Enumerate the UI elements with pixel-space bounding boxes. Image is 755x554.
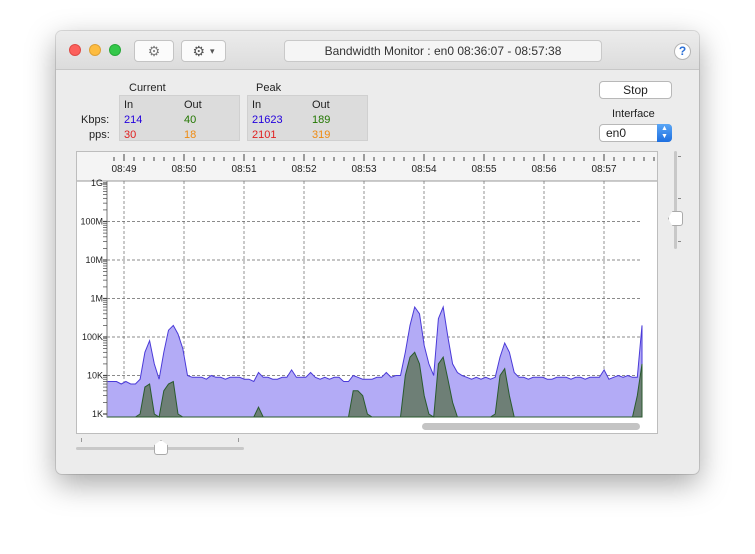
time-label: 08:52 bbox=[291, 164, 316, 175]
y-label: 100M bbox=[80, 217, 103, 227]
current-stats-box: In Out 214 40 30 18 bbox=[119, 95, 240, 141]
y-axis-labels: 1G 100M 10M 1M 100K 10K 1K bbox=[80, 178, 103, 419]
current-pps-in: 30 bbox=[124, 129, 137, 141]
slider-thumb[interactable] bbox=[668, 211, 683, 226]
current-in-label: In bbox=[124, 99, 134, 111]
peak-heading: Peak bbox=[256, 82, 282, 94]
slider-tick bbox=[678, 241, 681, 242]
current-pps-out: 18 bbox=[184, 129, 197, 141]
interface-label: Interface bbox=[612, 108, 655, 120]
current-out-label: Out bbox=[184, 99, 202, 111]
time-label: 08:53 bbox=[351, 164, 376, 175]
time-label: 08:50 bbox=[171, 164, 196, 175]
peak-out-label: Out bbox=[312, 99, 330, 111]
minimize-button[interactable] bbox=[89, 44, 101, 56]
peak-pps-out: 319 bbox=[312, 129, 331, 141]
y-label: 10K bbox=[87, 371, 103, 381]
time-label: 08:49 bbox=[111, 164, 136, 175]
chart-canvas: 08:49 08:50 08:51 08:52 08:53 08:54 08:55 08:56… bbox=[77, 152, 657, 430]
y-axis-ticks bbox=[103, 182, 107, 415]
peak-kbps-out: 189 bbox=[312, 114, 331, 126]
time-label: 08:54 bbox=[411, 164, 436, 175]
slider-tick bbox=[678, 198, 681, 199]
interface-value: en0 bbox=[606, 126, 627, 140]
horizontal-zoom-slider[interactable] bbox=[76, 436, 246, 456]
slider-track bbox=[674, 151, 677, 249]
y-label: 1M bbox=[90, 294, 103, 304]
current-kbps-out: 40 bbox=[184, 114, 197, 126]
help-button[interactable]: ? bbox=[674, 43, 691, 60]
current-kbps-in: 214 bbox=[124, 114, 143, 126]
slider-tick bbox=[81, 438, 82, 442]
bandwidth-chart: 08:49 08:50 08:51 08:52 08:53 08:54 08:55 08:56… bbox=[76, 151, 658, 434]
stop-button[interactable]: Stop bbox=[599, 81, 672, 99]
kbps-label: Kbps: bbox=[81, 114, 110, 126]
peak-in-label: In bbox=[252, 99, 262, 111]
time-label: 08:56 bbox=[531, 164, 556, 175]
y-label: 100K bbox=[82, 332, 103, 342]
current-heading: Current bbox=[129, 82, 166, 94]
y-label: 10M bbox=[85, 255, 103, 265]
slider-tick bbox=[238, 438, 239, 442]
pps-label: pps: bbox=[89, 129, 110, 141]
title-bar: ⚙ ⚙ ▾ Bandwidth Monitor : en0 08:36:07 - … bbox=[56, 31, 699, 70]
close-button[interactable] bbox=[69, 44, 81, 56]
updown-chevron-icon: ▲ ▼ bbox=[657, 124, 672, 142]
time-label: 08:55 bbox=[471, 164, 496, 175]
peak-kbps-in: 21623 bbox=[252, 114, 283, 126]
gear-icon: ⚙ bbox=[147, 42, 161, 59]
preferences-button[interactable]: ⚙ bbox=[134, 40, 174, 62]
gear-icon: ⚙ bbox=[192, 42, 206, 59]
slider-tick bbox=[678, 156, 681, 157]
window-title: Bandwidth Monitor : en0 08:36:07 - 08:57… bbox=[284, 40, 602, 62]
action-menu-button[interactable]: ⚙ ▾ bbox=[181, 40, 226, 62]
slider-thumb[interactable] bbox=[154, 440, 168, 455]
time-axis-labels: 08:49 08:50 08:51 08:52 08:53 08:54 08:55 08:56… bbox=[111, 164, 616, 175]
y-label: 1K bbox=[92, 409, 103, 419]
horizontal-scrollbar[interactable] bbox=[422, 423, 640, 430]
vertical-zoom-slider[interactable] bbox=[668, 151, 684, 251]
peak-pps-in: 2101 bbox=[252, 129, 277, 141]
chevron-down-icon: ▾ bbox=[210, 45, 215, 56]
y-label: 1G bbox=[91, 178, 103, 188]
zoom-button[interactable] bbox=[109, 44, 121, 56]
time-label: 08:57 bbox=[591, 164, 616, 175]
in-traffic-area bbox=[106, 305, 643, 418]
interface-select[interactable]: en0 ▲ ▼ bbox=[599, 124, 672, 142]
peak-stats-box: In Out 21623 189 2101 319 bbox=[247, 95, 368, 141]
bandwidth-monitor-window: ⚙ ⚙ ▾ Bandwidth Monitor : en0 08:36:07 - … bbox=[56, 31, 699, 474]
time-label: 08:51 bbox=[231, 164, 256, 175]
